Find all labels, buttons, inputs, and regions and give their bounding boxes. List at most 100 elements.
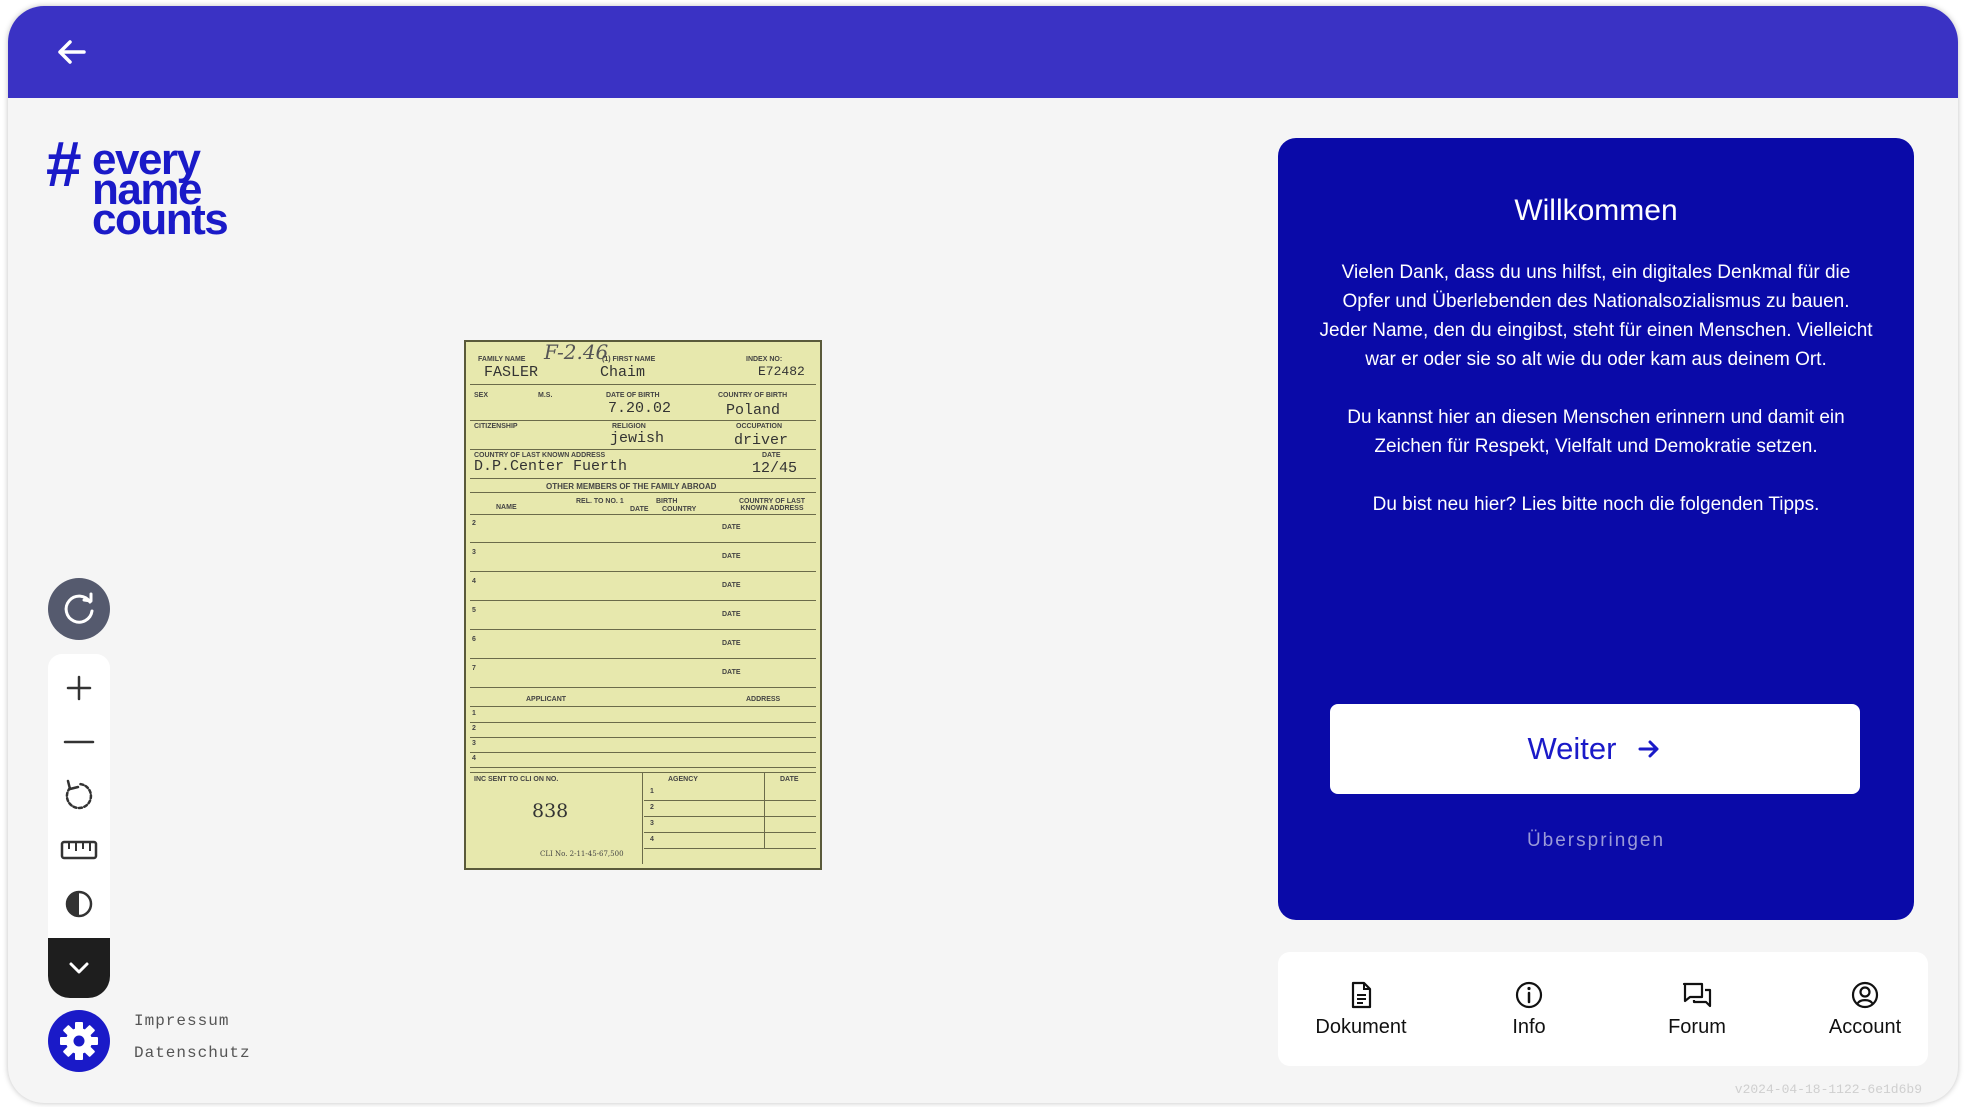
- document-scan[interactable]: FAMILY NAME (1) FIRST NAME INDEX NO: F-2…: [466, 340, 820, 868]
- info-icon: [1515, 981, 1543, 1008]
- doc-label-birth-date: DATE: [630, 506, 649, 513]
- reset-view-button[interactable]: [48, 578, 110, 640]
- version-label: v2024-04-18-1122-6e1d6b9: [1734, 1082, 1922, 1097]
- doc-row-line: [470, 658, 816, 659]
- doc-agency-line: [644, 848, 816, 849]
- rotate-button[interactable]: [48, 772, 110, 820]
- datenschutz-link[interactable]: Datenschutz: [134, 1044, 251, 1062]
- doc-date: 12/45: [752, 460, 798, 477]
- minus-icon: [63, 740, 95, 744]
- chevron-down-icon: [69, 962, 89, 974]
- doc-label-birth: BIRTH: [656, 498, 678, 505]
- image-toolbar: [48, 654, 110, 946]
- doc-row-line: [470, 629, 816, 630]
- doc-row-number: 3: [472, 549, 476, 556]
- nav-item-account[interactable]: Account: [1784, 952, 1946, 1066]
- doc-row-line: [470, 687, 816, 688]
- settings-button[interactable]: [48, 1010, 110, 1072]
- logo-hash: #: [46, 128, 82, 200]
- doc-applicant-number: 1: [472, 710, 476, 717]
- forum-icon: [1682, 982, 1712, 1007]
- every-name-counts-logo: # every name counts: [46, 132, 266, 246]
- doc-first-name: Chaim: [600, 364, 646, 381]
- doc-label-ms: M.S.: [538, 392, 553, 399]
- doc-row-number: 2: [472, 520, 476, 527]
- welcome-paragraph-1a: Vielen Dank, dass du uns hilfst, ein dig…: [1341, 262, 1851, 312]
- arrow-right-icon: [1638, 740, 1658, 758]
- back-button[interactable]: [50, 32, 94, 72]
- doc-label-applicant: APPLICANT: [526, 696, 567, 703]
- doc-label-date-of-birth: DATE OF BIRTH: [606, 392, 660, 399]
- account-icon: [1851, 981, 1879, 1008]
- doc-agency-line: [644, 832, 816, 833]
- doc-row-line: [470, 542, 816, 543]
- doc-label-sex: SEX: [474, 392, 489, 399]
- doc-applicant-line: [470, 722, 816, 723]
- doc-label-family-name: FAMILY NAME: [478, 356, 526, 363]
- doc-row-number: 6: [472, 636, 476, 643]
- doc-row-line: [470, 600, 816, 601]
- impressum-link[interactable]: Impressum: [134, 1012, 229, 1030]
- next-button[interactable]: Weiter: [1330, 704, 1860, 794]
- doc-agency-line: [644, 800, 816, 801]
- doc-label-country-of-birth: COUNTRY OF BIRTH: [718, 392, 788, 399]
- skip-link[interactable]: Überspringen: [1278, 830, 1914, 852]
- doc-label-name: NAME: [496, 504, 517, 511]
- arrow-left-icon: [58, 40, 86, 64]
- doc-row-line: [470, 571, 816, 572]
- doc-inc-no: 838: [532, 800, 569, 822]
- zoom-in-button[interactable]: [48, 664, 110, 712]
- doc-row-number: 4: [472, 578, 476, 585]
- refresh-icon: [64, 592, 94, 624]
- doc-row-date-label: DATE: [722, 582, 741, 589]
- nav-item-info[interactable]: Info: [1448, 952, 1610, 1066]
- nav-item-dokument[interactable]: Dokument: [1280, 952, 1442, 1066]
- doc-label-inc-sent: INC SENT TO CLI ON NO.: [474, 776, 559, 783]
- doc-label-first-name: (1) FIRST NAME: [602, 356, 656, 363]
- doc-label-address: ADDRESS: [746, 696, 781, 703]
- welcome-panel: Willkommen Vielen Dank, dass du uns hilf…: [1278, 138, 1914, 920]
- contrast-icon: [65, 890, 93, 918]
- doc-religion: jewish: [610, 430, 665, 447]
- doc-label-country-last: COUNTRY OF LAST KNOWN ADDRESS: [738, 498, 806, 512]
- toolbar-collapse-button[interactable]: [48, 938, 110, 998]
- welcome-paragraph-2: Du kannst hier an diesen Menschen erinne…: [1347, 407, 1845, 457]
- nav-label-account: Account: [1828, 1015, 1902, 1038]
- zoom-out-button[interactable]: [48, 718, 110, 766]
- welcome-paragraph-3: Du bist neu hier? Lies bitte noch die fo…: [1372, 494, 1820, 515]
- doc-row-date-label: DATE: [722, 669, 741, 676]
- next-button-label: Weiter: [1527, 731, 1617, 766]
- doc-row-number: 5: [472, 607, 476, 614]
- contrast-button[interactable]: [48, 880, 110, 928]
- doc-label-citizenship: CITIZENSHIP: [474, 423, 518, 430]
- doc-label-rel: REL. TO NO. 1: [576, 498, 624, 505]
- doc-applicant-number: 2: [472, 725, 476, 732]
- welcome-paragraph-1: Vielen Dank, dass du uns hilfst, ein dig…: [1318, 258, 1874, 374]
- doc-index-no: E72482: [758, 364, 805, 379]
- doc-agency-line: [644, 816, 816, 817]
- doc-row-date-label: DATE: [722, 611, 741, 618]
- doc-footer-print: CLI No. 2-11-45-67,500: [540, 850, 624, 858]
- doc-last-address: D.P.Center Fuerth: [474, 458, 628, 475]
- doc-date-of-birth: 7.20.02: [608, 400, 672, 417]
- doc-label-index-no: INDEX NO:: [746, 356, 783, 363]
- welcome-paragraph-1b: Jeder Name, den du eingibst, steht für e…: [1319, 320, 1873, 370]
- top-bar: [8, 6, 1958, 98]
- welcome-text: Vielen Dank, dass du uns hilfst, ein dig…: [1318, 258, 1874, 548]
- doc-label-date: DATE: [762, 452, 781, 459]
- doc-row-date-label: DATE: [722, 553, 741, 560]
- logo-word-counts: counts: [92, 195, 229, 244]
- ruler-button[interactable]: [48, 826, 110, 874]
- doc-applicant-line: [470, 737, 816, 738]
- doc-row-date-label: DATE: [722, 640, 741, 647]
- ruler-icon: [60, 840, 98, 860]
- doc-country-of-birth: Poland: [726, 402, 781, 419]
- doc-label-occupation: OCCUPATION: [736, 423, 783, 430]
- nav-item-forum[interactable]: Forum: [1616, 952, 1778, 1066]
- doc-label-other-members: OTHER MEMBERS OF THE FAMILY ABROAD: [546, 482, 717, 491]
- document-icon: [1351, 981, 1372, 1008]
- doc-label-religion: RELIGION: [612, 423, 646, 430]
- doc-agency-number: 1: [650, 788, 654, 795]
- bottom-navigation: Dokument Info Forum Account: [1278, 952, 1928, 1066]
- app-window: # every name counts FAMILY NAME (1) FIRS…: [8, 6, 1958, 1103]
